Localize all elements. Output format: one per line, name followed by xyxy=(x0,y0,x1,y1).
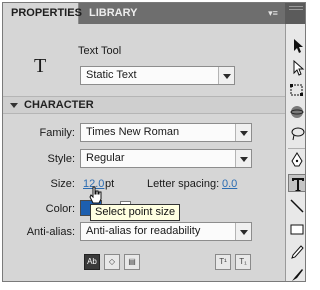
tab-library[interactable]: LIBRARY xyxy=(81,3,141,24)
chevron-down-icon xyxy=(235,124,251,141)
rectangle-tool-icon[interactable] xyxy=(288,220,305,238)
chevron-down-icon xyxy=(235,150,251,167)
properties-body: T Text Tool Static Text CHARACTER Family… xyxy=(3,24,285,281)
line-tool-icon[interactable] xyxy=(288,197,305,215)
chevron-down-icon xyxy=(235,223,251,240)
antialias-label: Anti-alias: xyxy=(26,226,75,238)
superscript-icon[interactable]: T¹ xyxy=(215,254,231,270)
antialias-value: Anti-alias for readability xyxy=(86,225,201,237)
size-tooltip: Select point size xyxy=(90,204,181,221)
text-type-dropdown[interactable]: Static Text xyxy=(80,66,235,85)
style-label: Style: xyxy=(47,153,75,165)
lasso-tool-icon[interactable] xyxy=(288,125,305,143)
properties-panel-frame: PROPERTIES LIBRARY ▾≡ T Text Tool Static… xyxy=(2,2,306,282)
character-section-header[interactable]: CHARACTER xyxy=(3,96,285,114)
tool-name: Text Tool xyxy=(78,45,122,57)
pencil-tool-icon[interactable] xyxy=(288,243,305,261)
letter-spacing-label: Letter spacing: xyxy=(147,178,220,190)
color-label: Color: xyxy=(45,203,75,215)
tools-divider xyxy=(288,148,305,149)
font-style-value: Regular xyxy=(86,152,125,164)
pen-tool-icon[interactable] xyxy=(288,151,305,169)
grip-icon[interactable] xyxy=(289,6,303,10)
free-transform-tool-icon[interactable] xyxy=(288,81,305,99)
text-tool-glyph-icon: T xyxy=(34,55,47,77)
family-label: Family: xyxy=(39,127,75,139)
font-family-dropdown[interactable]: Times New Roman xyxy=(80,123,252,142)
chevron-down-icon xyxy=(218,67,234,84)
font-size-unit: pt xyxy=(105,178,115,190)
collapse-triangle-icon xyxy=(10,103,18,108)
hand-cursor-icon xyxy=(89,186,102,204)
letter-spacing-value[interactable]: 0.0 xyxy=(222,178,237,190)
font-style-dropdown[interactable]: Regular xyxy=(80,149,252,168)
antialias-dropdown[interactable]: Anti-alias for readability xyxy=(80,222,252,241)
subscript-icon[interactable]: T₁ xyxy=(235,254,251,270)
brush-tool-icon[interactable] xyxy=(288,266,305,281)
text-type-value: Static Text xyxy=(86,69,137,81)
selection-tool-icon[interactable] xyxy=(288,37,305,55)
tab-properties[interactable]: PROPERTIES xyxy=(3,3,82,24)
panel-tab-bar: PROPERTIES LIBRARY ▾≡ xyxy=(3,3,285,24)
3d-rotation-tool-icon[interactable] xyxy=(288,103,305,121)
font-family-value: Times New Roman xyxy=(86,126,180,138)
panel-menu-icon[interactable]: ▾≡ xyxy=(265,7,281,19)
subselection-tool-icon[interactable] xyxy=(288,59,305,77)
torn-edge-right xyxy=(306,0,312,290)
render-html-icon[interactable]: ◇ xyxy=(104,254,120,270)
torn-edge-bottom xyxy=(0,282,312,290)
size-label: Size: xyxy=(50,178,75,190)
selectable-icon[interactable]: Ab xyxy=(84,254,100,270)
text-tool-icon[interactable] xyxy=(288,174,305,192)
show-border-icon[interactable]: ▤ xyxy=(124,254,140,270)
tools-column xyxy=(285,24,305,281)
section-title: CHARACTER xyxy=(24,99,94,111)
